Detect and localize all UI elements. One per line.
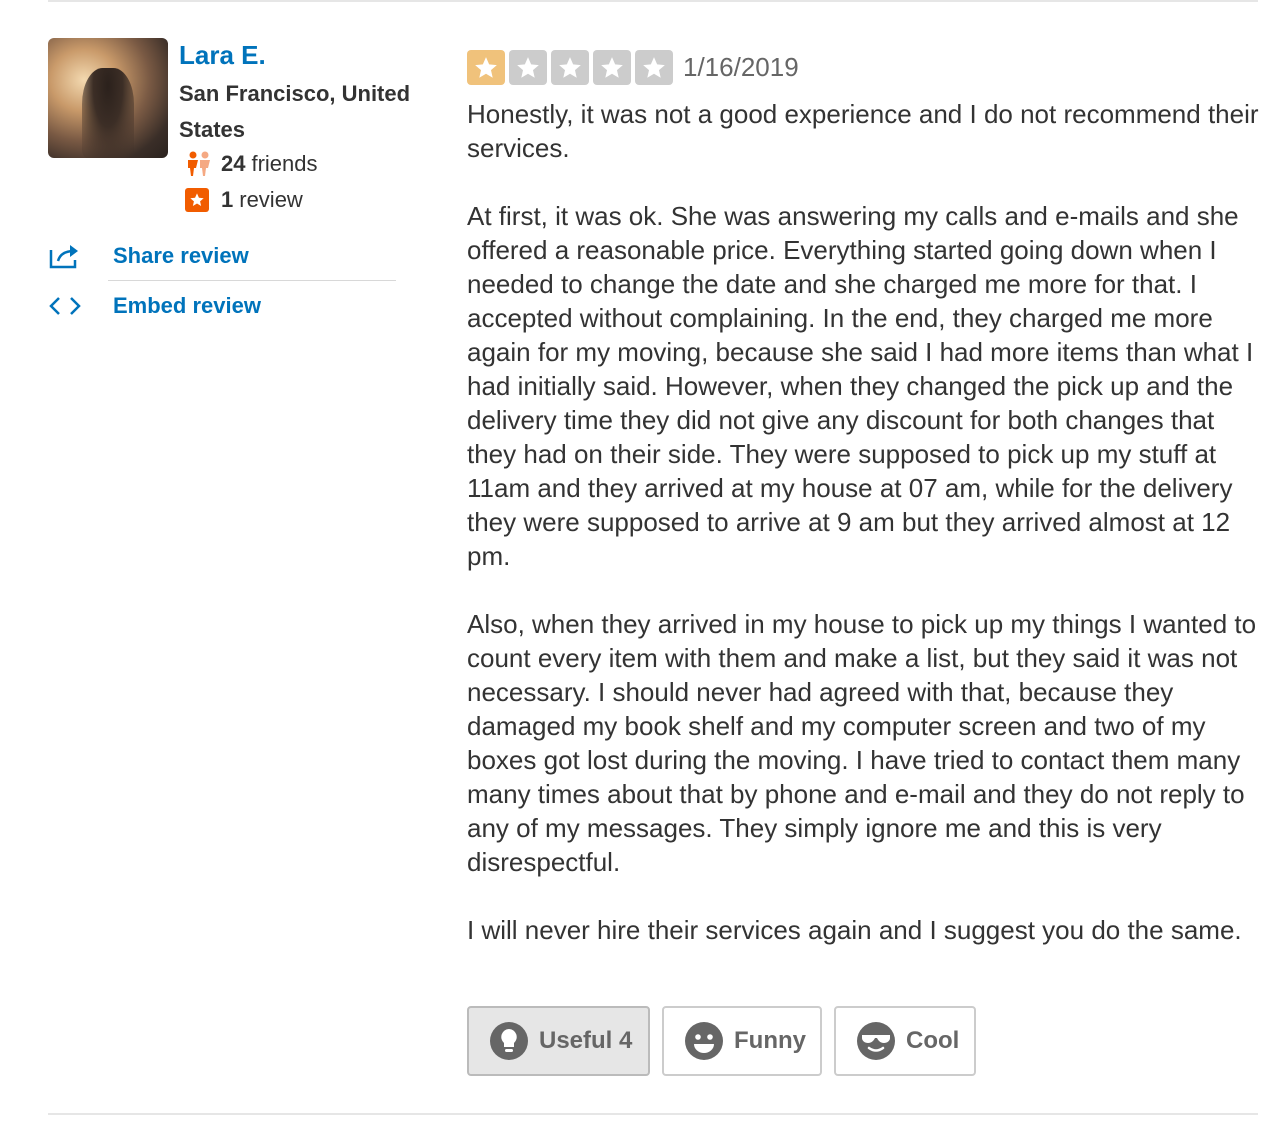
cool-vote-button[interactable]: Cool: [834, 1006, 976, 1076]
user-location: San Francisco, United States: [179, 81, 411, 142]
review-date: 1/16/2019: [683, 52, 799, 82]
reviews-stat: 1 review: [185, 186, 303, 214]
friends-stat: 24 friends: [185, 150, 318, 178]
embed-review-button[interactable]: Embed review: [48, 282, 396, 330]
sunglasses-icon: [856, 1021, 896, 1061]
review-star-icon: [185, 188, 209, 212]
review-paragraph: Honestly, it was not a good experience a…: [467, 99, 1259, 163]
funny-vote-button[interactable]: Funny: [662, 1006, 822, 1076]
share-review-label[interactable]: Share review: [113, 243, 249, 269]
review-label: review: [239, 187, 303, 212]
review-count: 1: [221, 187, 234, 212]
smiley-icon: [684, 1021, 724, 1061]
friends-count: 24: [221, 151, 246, 176]
share-review-button[interactable]: Share review: [48, 232, 396, 280]
useful-vote-label: Useful 4: [539, 1027, 633, 1054]
code-brackets-icon: [48, 291, 84, 321]
useful-vote-button[interactable]: Useful 4: [467, 1006, 650, 1076]
cool-vote-label: Cool: [906, 1027, 960, 1054]
review-text: Honestly, it was not a good experience a…: [467, 97, 1267, 981]
action-divider: [108, 280, 396, 281]
avatar-photo-figure: [82, 68, 134, 158]
friends-icon: [185, 151, 213, 177]
star-empty-icon: [551, 50, 589, 85]
embed-review-label[interactable]: Embed review: [113, 293, 261, 319]
star-empty-icon: [593, 50, 631, 85]
bottom-divider: [48, 1113, 1258, 1115]
share-icon: [48, 241, 84, 271]
lightbulb-icon: [489, 1021, 529, 1061]
user-name-link[interactable]: Lara E.: [179, 40, 266, 71]
top-divider: [48, 0, 1258, 2]
avatar[interactable]: [48, 38, 168, 158]
funny-vote-label: Funny: [734, 1027, 806, 1054]
star-filled-icon: [467, 50, 505, 85]
friends-label: friends: [251, 151, 318, 176]
star-empty-icon: [635, 50, 673, 85]
star-empty-icon: [509, 50, 547, 85]
review-paragraph: At first, it was ok. She was answering m…: [467, 201, 1254, 571]
review-paragraph: Also, when they arrived in my house to p…: [467, 609, 1257, 877]
star-rating: [467, 50, 673, 85]
review-paragraph: I will never hire their services again a…: [467, 915, 1242, 945]
